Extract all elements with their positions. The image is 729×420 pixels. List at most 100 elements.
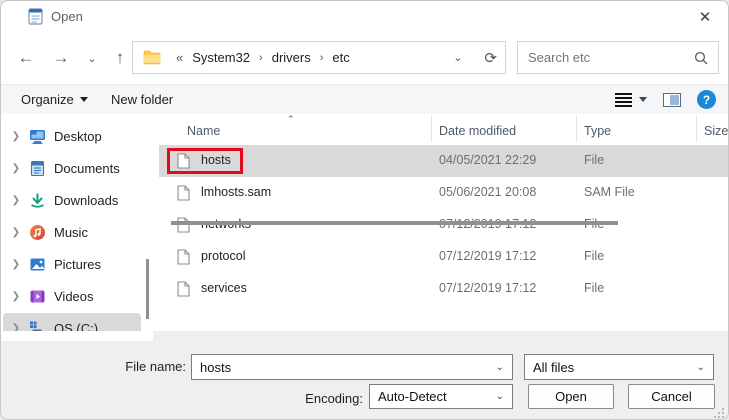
documents-icon [29, 160, 46, 177]
forward-button[interactable]: → [46, 43, 76, 73]
sidebar-item-pictures[interactable]: ❯ Pictures [3, 249, 141, 279]
file-type: File [584, 153, 604, 167]
notepad-app-icon [28, 8, 43, 25]
sidebar-item-label: Videos [54, 289, 94, 304]
desktop-icon [29, 128, 46, 145]
view-mode-caret-icon [639, 97, 647, 102]
breadcrumb-separator[interactable]: › [252, 52, 270, 64]
encoding-label: Encoding: [241, 391, 363, 406]
file-type-value: All files [533, 360, 574, 375]
file-name-value: hosts [200, 360, 231, 375]
open-button[interactable]: Open [528, 384, 614, 409]
expand-chevron-icon[interactable]: ❯ [3, 195, 29, 206]
new-folder-button[interactable]: New folder [111, 92, 173, 107]
expand-chevron-icon[interactable]: ❯ [3, 259, 29, 270]
file-name-dropdown-chevron[interactable]: ⌄ [496, 362, 504, 373]
help-button[interactable]: ? [697, 90, 716, 109]
file-date-modified: 07/12/2019 17:12 [439, 249, 536, 263]
column-header-type[interactable]: Type [584, 114, 611, 143]
breadcrumb-overflow[interactable]: « [169, 50, 190, 65]
search-icon[interactable] [694, 51, 708, 65]
close-button[interactable]: ✕ [692, 5, 718, 29]
column-header-size[interactable]: Size [704, 114, 728, 143]
search-box[interactable]: Search etc [517, 41, 719, 74]
open-dialog-window: Open ✕ ← → ⌄ ↑ « System32 › drivers › et… [0, 0, 729, 420]
main-content: ❯Desktop❯Documents❯Downloads❯Music❯Pictu… [1, 114, 728, 341]
cancel-button[interactable]: Cancel [628, 384, 715, 409]
sort-ascending-icon: ⌃ [287, 114, 295, 125]
file-row-hosts[interactable]: hosts04/05/2021 22:29File [159, 145, 729, 177]
sidebar-item-label: Pictures [54, 257, 101, 272]
file-icon [177, 217, 190, 233]
breadcrumb-segment-etc[interactable]: etc [330, 50, 351, 65]
command-toolbar: Organize New folder ? [1, 84, 728, 114]
navigation-row: ← → ⌄ ↑ « System32 › drivers › etc ⌄ ⟳ S… [1, 37, 728, 81]
address-bar[interactable]: « System32 › drivers › etc ⌄ ⟳ [132, 41, 506, 74]
up-button[interactable]: ↑ [105, 43, 135, 73]
expand-chevron-icon[interactable]: ❯ [3, 227, 29, 238]
organize-button[interactable]: Organize [21, 92, 88, 107]
file-type: File [584, 249, 604, 263]
recent-locations-chevron[interactable]: ⌄ [77, 43, 107, 73]
encoding-value: Auto-Detect [378, 389, 447, 404]
navigation-sidebar: ❯Desktop❯Documents❯Downloads❯Music❯Pictu… [1, 114, 146, 341]
window-title: Open [51, 9, 83, 24]
file-name: lmhosts.sam [201, 185, 271, 199]
file-row-services[interactable]: services 07/12/2019 17:12 File [159, 273, 729, 305]
encoding-select[interactable]: Auto-Detect ⌄ [369, 384, 513, 409]
column-header-date-modified[interactable]: Date modified [439, 114, 516, 143]
music-icon [29, 224, 46, 241]
file-row-protocol[interactable]: protocol 07/12/2019 17:12 File [159, 241, 729, 273]
organize-label: Organize [21, 92, 74, 107]
sidebar-item-music[interactable]: ❯ Music [3, 217, 141, 247]
file-type-dropdown-chevron[interactable]: ⌄ [697, 362, 705, 373]
file-date-modified: 04/05/2021 22:29 [439, 153, 536, 167]
search-placeholder: Search etc [528, 50, 694, 65]
list-view-icon [615, 93, 632, 107]
expand-chevron-icon[interactable]: ❯ [3, 291, 29, 302]
file-name: services [201, 281, 247, 295]
breadcrumb-separator[interactable]: › [313, 52, 331, 64]
sidebar-item-downloads[interactable]: ❯Downloads [3, 185, 141, 215]
sidebar-scrollbar[interactable] [146, 259, 149, 319]
refresh-icon[interactable]: ⟳ [484, 49, 497, 67]
column-header-name[interactable]: Name [187, 114, 220, 143]
file-icon [177, 281, 190, 297]
file-name-label: File name: [61, 359, 186, 374]
file-type: File [584, 281, 604, 295]
breadcrumb-segment-drivers[interactable]: drivers [270, 50, 313, 65]
file-row-lmhosts-sam[interactable]: lmhosts.sam 05/06/2021 20:08 SAM File [159, 177, 729, 209]
organize-caret-icon [80, 97, 88, 102]
sidebar-item-desktop[interactable]: ❯ Desktop [3, 121, 141, 151]
file-icon [177, 185, 190, 201]
back-button[interactable]: ← [11, 43, 41, 73]
file-date-modified: 05/06/2021 20:08 [439, 185, 536, 199]
videos-icon [29, 288, 46, 305]
title-bar: Open ✕ [1, 1, 728, 37]
sidebar-item-documents[interactable]: ❯Documents [3, 153, 141, 183]
sidebar-item-label: Music [54, 225, 88, 240]
file-row-networks[interactable]: networks07/12/2019 17:12File [159, 209, 729, 241]
sidebar-item-label: Desktop [54, 129, 102, 144]
resize-grip[interactable] [713, 407, 724, 418]
file-name: protocol [201, 249, 245, 263]
file-list-horizontal-scrollbar[interactable] [171, 221, 618, 225]
file-icon [177, 249, 190, 265]
downloads-icon [29, 192, 46, 209]
file-date-modified: 07/12/2019 17:12 [439, 281, 536, 295]
expand-chevron-icon[interactable]: ❯ [3, 131, 29, 142]
preview-pane-icon[interactable] [663, 93, 681, 107]
expand-chevron-icon[interactable]: ❯ [3, 163, 29, 174]
red-highlight-annotation [167, 148, 243, 174]
file-list: Name ⌃ Date modified Type Size hosts04/0… [159, 114, 729, 341]
file-name-input[interactable]: hosts ⌄ [191, 354, 513, 380]
sidebar-item-videos[interactable]: ❯ Videos [3, 281, 141, 311]
file-type-select[interactable]: All files ⌄ [524, 354, 714, 380]
view-mode-button[interactable] [615, 93, 647, 107]
file-type: SAM File [584, 185, 635, 199]
address-dropdown-chevron[interactable]: ⌄ [453, 51, 462, 64]
pictures-icon [29, 256, 46, 273]
dialog-footer: File name: hosts ⌄ All files ⌄ Encoding:… [1, 331, 728, 420]
encoding-dropdown-chevron[interactable]: ⌄ [496, 391, 504, 402]
breadcrumb-segment-system32[interactable]: System32 [190, 50, 252, 65]
